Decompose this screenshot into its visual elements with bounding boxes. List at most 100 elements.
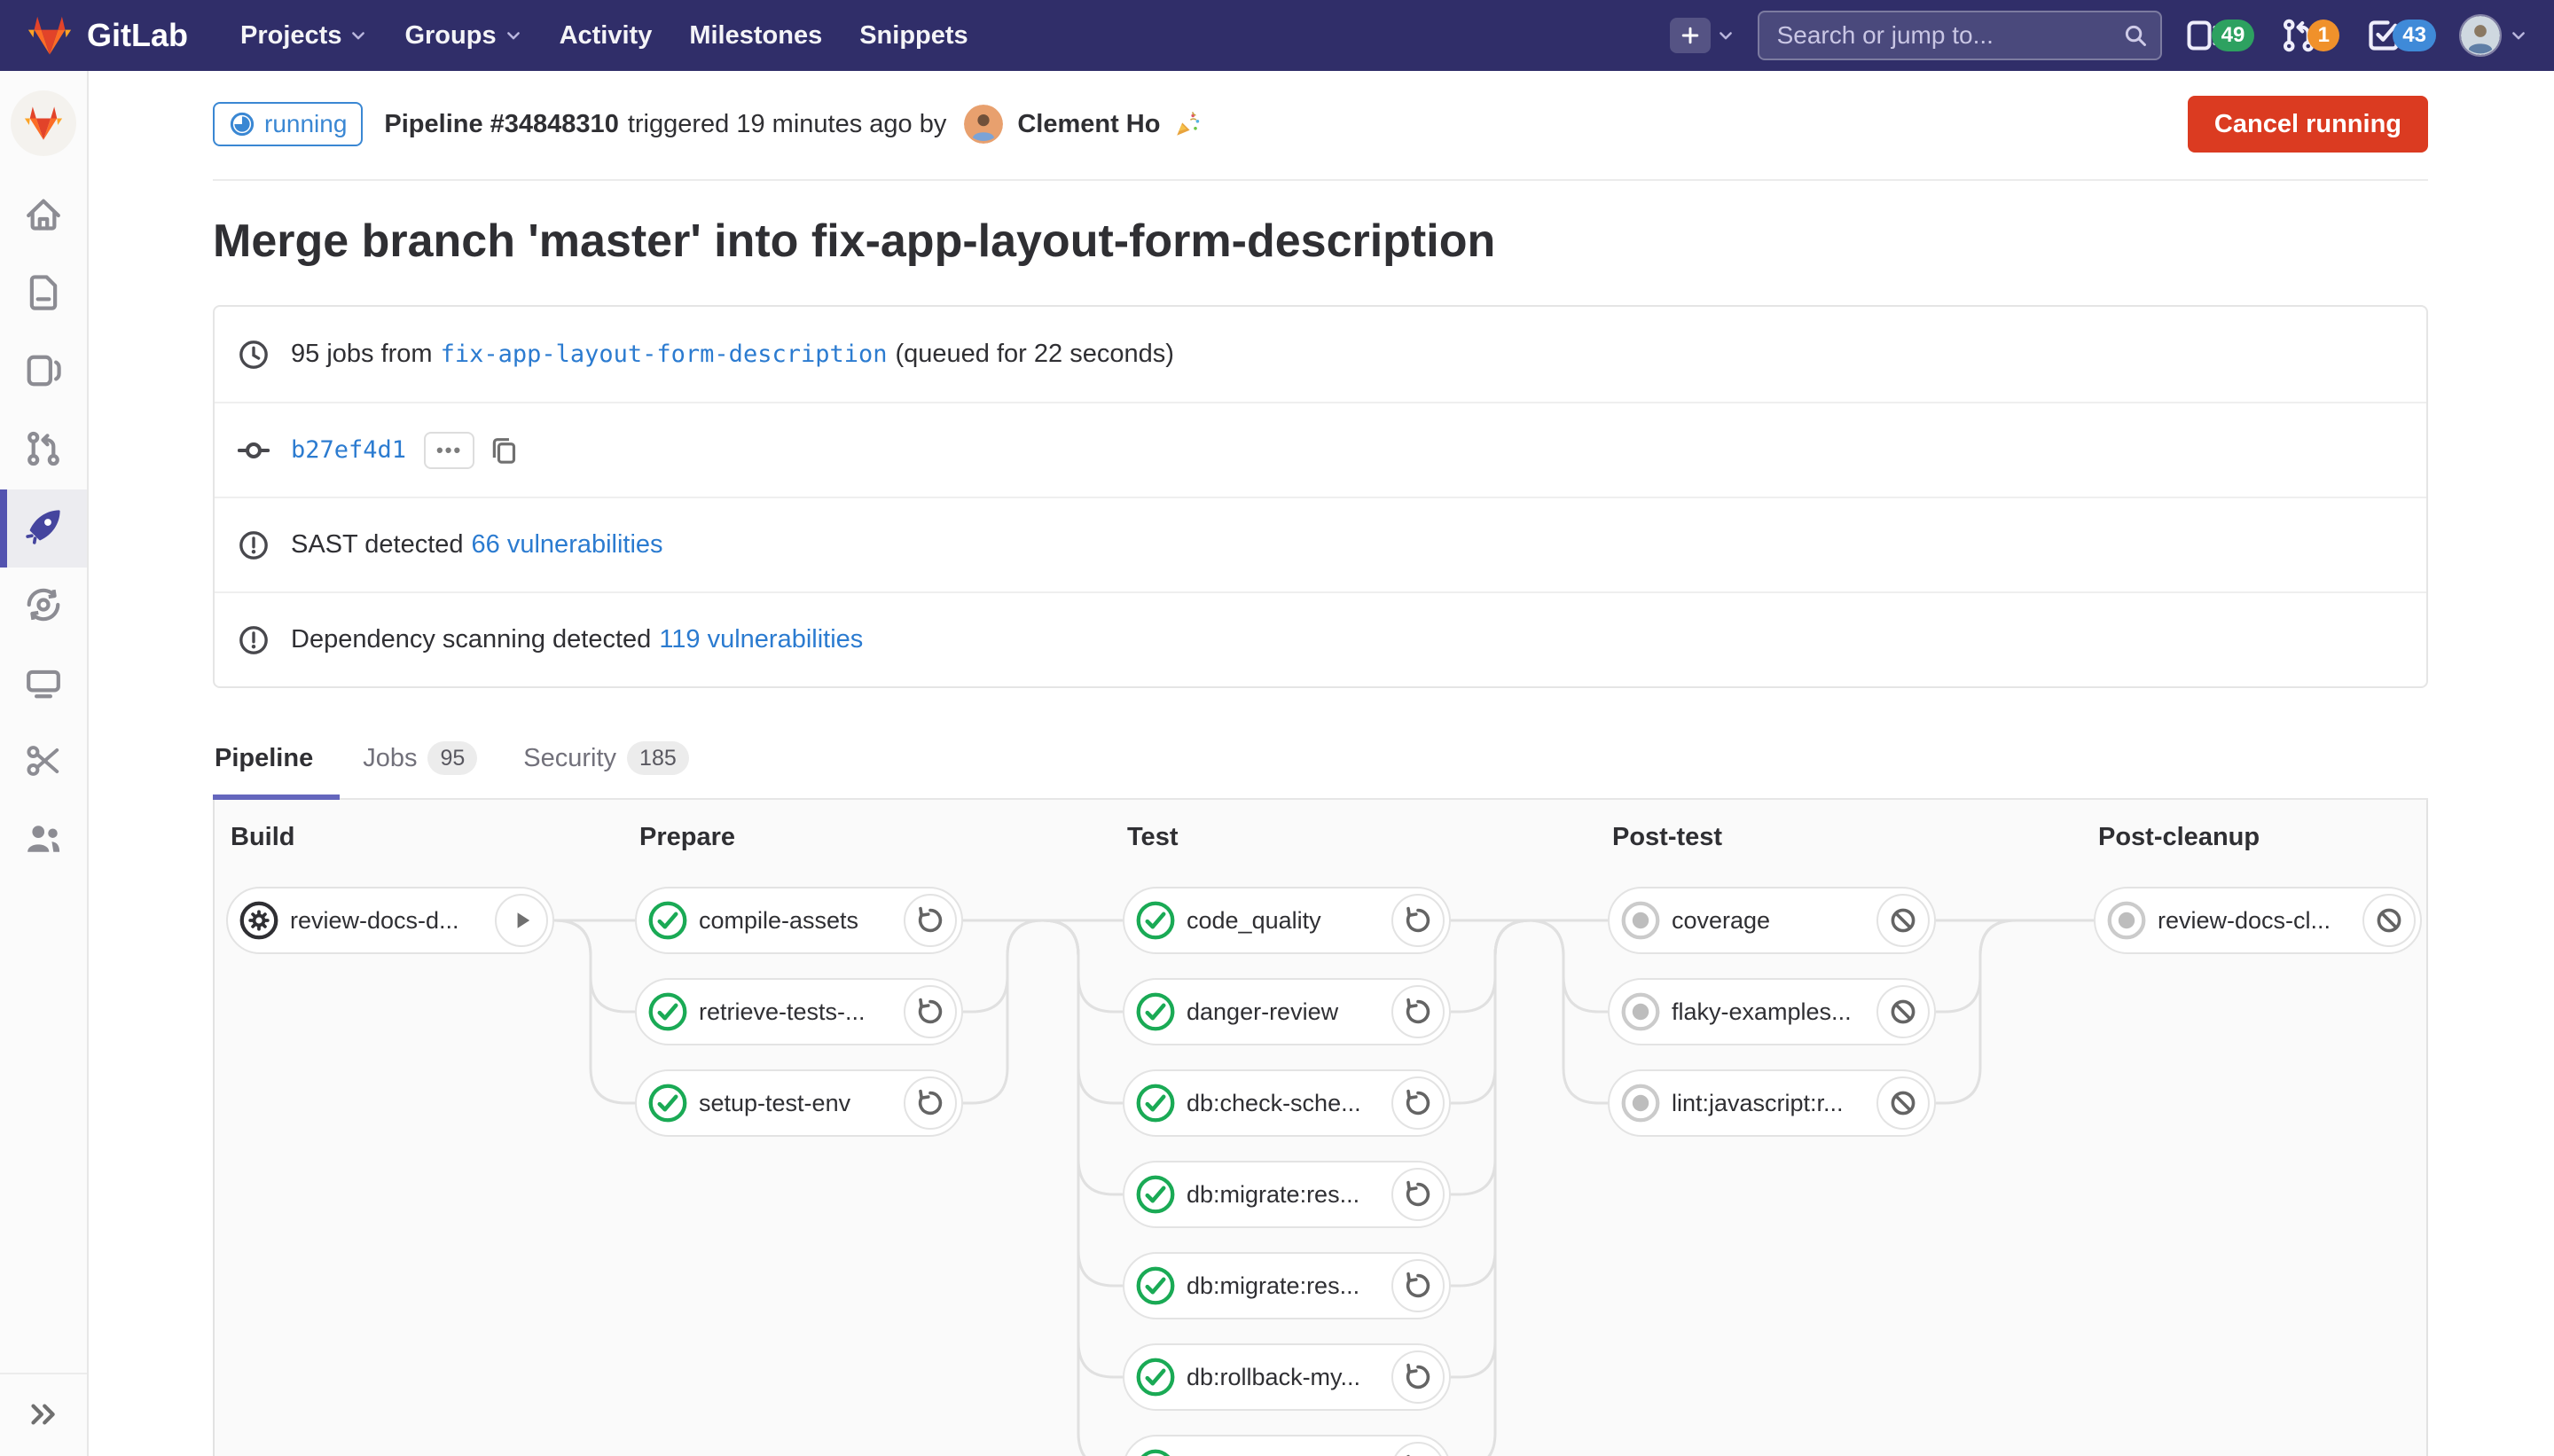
user-menu[interactable] (2459, 14, 2527, 57)
sast-vulnerabilities-link[interactable]: 66 vulnerabilities (472, 530, 663, 560)
stage-title-post-test: Post-test (1612, 823, 1722, 852)
merge-requests-count-badge: 1 (2307, 20, 2339, 51)
sidebar-item-repository[interactable] (0, 255, 87, 333)
issues-icon (25, 352, 62, 394)
job-db-rollback[interactable]: db:rollback... (1123, 1435, 1451, 1456)
main-content: running Pipeline #34848310 triggered 19 … (89, 71, 2554, 1456)
navbar-menu: Projects Groups Activity Milestones Snippets (222, 21, 987, 51)
cancel-button[interactable] (1876, 1076, 1930, 1130)
status-badge: running (213, 102, 363, 146)
tab-security-badge: 185 (627, 741, 689, 775)
cancel-button[interactable] (2362, 894, 2416, 947)
retry-button[interactable] (904, 985, 957, 1038)
cancel-running-button[interactable]: Cancel running (2188, 96, 2428, 153)
retry-button[interactable] (1391, 1442, 1445, 1456)
gitlab-logo[interactable]: GitLab (27, 14, 188, 57)
status-success-icon (1135, 1174, 1176, 1215)
retry-button[interactable] (1391, 894, 1445, 947)
status-success-icon (1135, 991, 1176, 1032)
tab-security[interactable]: Security185 (500, 736, 711, 798)
nav-menu-projects[interactable]: Projects (240, 21, 367, 51)
retry-button[interactable] (1391, 1168, 1445, 1221)
copy-icon (489, 435, 519, 466)
job-db-rollback-my[interactable]: db:rollback-my... (1123, 1343, 1451, 1411)
gitlab-fox-icon (23, 105, 64, 142)
retry-button[interactable] (1391, 1259, 1445, 1312)
cancel-button[interactable] (1876, 985, 1930, 1038)
registry-icon (25, 664, 62, 706)
navbar-counters: 49 1 43 (2185, 18, 2436, 53)
jobs-summary-row: 95 jobs from fix-app-layout-form-descrip… (215, 307, 2426, 402)
copy-commit-button[interactable] (489, 435, 519, 466)
job-db-check-sche[interactable]: db:check-sche... (1123, 1069, 1451, 1137)
project-avatar[interactable] (11, 90, 76, 156)
navbar-merge-requests[interactable]: 1 (2281, 18, 2339, 53)
job-compile-assets[interactable]: compile-assets (635, 887, 963, 954)
status-success-icon (647, 991, 688, 1032)
play-button[interactable] (495, 894, 548, 947)
expand-commit-button[interactable]: ••• (424, 432, 474, 469)
home-icon (25, 196, 62, 238)
sidebar-collapse-button[interactable] (0, 1373, 87, 1456)
job-flaky-examples[interactable]: flaky-examples... (1608, 978, 1936, 1045)
nav-menu-milestones[interactable]: Milestones (689, 21, 822, 51)
cancel-button[interactable] (1876, 894, 1930, 947)
job-setup-test-env[interactable]: setup-test-env (635, 1069, 963, 1137)
navbar-todos[interactable]: 43 (2366, 18, 2436, 53)
issues-count-badge: 49 (2212, 20, 2255, 51)
sidebar-item-issues[interactable] (0, 333, 87, 411)
operations-icon (25, 586, 62, 628)
repository-icon (25, 274, 62, 316)
retry-button[interactable] (1391, 1350, 1445, 1404)
commit-sha-link[interactable]: b27ef4d1 (291, 436, 406, 464)
job-code-quality[interactable]: code_quality (1123, 887, 1451, 954)
commit-row: b27ef4d1 ••• (215, 402, 2426, 497)
user-avatar (2459, 14, 2502, 57)
pipeline-header: running Pipeline #34848310 triggered 19 … (213, 71, 2428, 181)
status-created-icon (2106, 900, 2147, 941)
nav-menu-activity[interactable]: Activity (560, 21, 653, 51)
job-db-migrate-res[interactable]: db:migrate:res... (1123, 1161, 1451, 1228)
new-menu-button[interactable] (1670, 18, 1735, 53)
project-sidebar (0, 71, 89, 1456)
triggered-text: triggered 19 minutes ago by (628, 110, 947, 139)
merge-requests-icon (25, 430, 62, 472)
retry-button[interactable] (904, 1076, 957, 1130)
status-success-icon (1135, 1448, 1176, 1456)
retry-button[interactable] (1391, 1076, 1445, 1130)
nav-menu-groups[interactable]: Groups (404, 21, 521, 51)
scissors-icon (25, 742, 62, 784)
sidebar-item-home[interactable] (0, 177, 87, 255)
navbar-issues[interactable]: 49 (2185, 18, 2255, 53)
job-retrieve-tests[interactable]: retrieve-tests-... (635, 978, 963, 1045)
branch-link[interactable]: fix-app-layout-form-description (441, 341, 888, 368)
retry-button[interactable] (1391, 985, 1445, 1038)
pipeline-id: Pipeline #34848310 (384, 110, 618, 139)
alert-circle-icon (238, 624, 270, 656)
sidebar-item-operations[interactable] (0, 568, 87, 646)
retry-button[interactable] (904, 894, 957, 947)
chevron-down-icon (1717, 27, 1735, 44)
job-coverage[interactable]: coverage (1608, 887, 1936, 954)
tab-jobs[interactable]: Jobs95 (340, 736, 500, 798)
tab-pipeline[interactable]: Pipeline (213, 736, 340, 798)
status-success-icon (1135, 1357, 1176, 1397)
author-name[interactable]: Clement Ho (1017, 110, 1160, 139)
job-review-docs-d[interactable]: review-docs-d... (226, 887, 554, 954)
sidebar-item-snippets[interactable] (0, 724, 87, 802)
sidebar-item-merge-requests[interactable] (0, 411, 87, 489)
sidebar-item-members[interactable] (0, 802, 87, 880)
search-input[interactable] (1758, 11, 2162, 60)
dependency-vulnerabilities-link[interactable]: 119 vulnerabilities (659, 625, 863, 654)
running-spinner-icon (229, 111, 255, 137)
nav-menu-snippets[interactable]: Snippets (859, 21, 968, 51)
status-created-icon (1620, 991, 1661, 1032)
sidebar-item-registry[interactable] (0, 646, 87, 724)
author-avatar[interactable] (964, 105, 1003, 144)
job-db-migrate-res[interactable]: db:migrate:res... (1123, 1252, 1451, 1319)
job-review-docs-cl[interactable]: review-docs-cl... (2094, 887, 2422, 954)
job-danger-review[interactable]: danger-review (1123, 978, 1451, 1045)
commit-icon (238, 434, 270, 466)
job-lint-javascript-r[interactable]: lint:javascript:r... (1608, 1069, 1936, 1137)
sidebar-item-ci-cd[interactable] (0, 489, 87, 568)
